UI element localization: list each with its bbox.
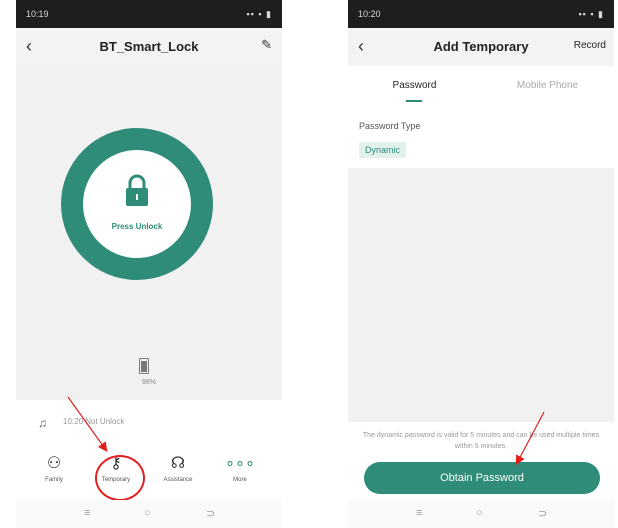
- status-bar: 10:19 ▪▪ ▪ ▮: [16, 0, 282, 28]
- latest-record[interactable]: ♫ 10:20 Not Unlock: [25, 404, 273, 442]
- status-bar: 10:20 ▪▪ ▪ ▮: [348, 0, 614, 28]
- back-nav-icon[interactable]: ⊃: [538, 507, 547, 520]
- tab-indicator: [406, 100, 422, 102]
- menu-nav-icon[interactable]: ≡: [416, 507, 422, 519]
- lock-icon: [126, 174, 148, 206]
- unlock-label: Press Unlock: [111, 222, 163, 231]
- home-nav-icon[interactable]: ○: [144, 507, 151, 519]
- record-text: 10:20 Not Unlock: [63, 417, 125, 426]
- lock-body: Press Unlock 98%: [16, 66, 282, 400]
- battery-icon: [139, 358, 149, 374]
- record-link[interactable]: Record: [574, 40, 606, 51]
- system-nav-bar: ≡ ○ ⊃: [16, 500, 282, 528]
- home-nav-icon[interactable]: ○: [476, 507, 483, 519]
- family-icon: ⚇: [46, 455, 62, 472]
- status-icons: ▪▪ ▪ ▮: [578, 9, 604, 19]
- back-nav-icon[interactable]: ⊃: [206, 507, 215, 520]
- obtain-password-button[interactable]: Obtain Password: [364, 462, 600, 494]
- lock-home-screen: 10:19 ▪▪ ▪ ▮ ‹ BT_Smart_Lock ✎ Press Unl…: [16, 0, 282, 528]
- edit-icon[interactable]: ✎: [261, 37, 272, 53]
- status-icons: ▪▪ ▪ ▮: [246, 9, 272, 19]
- validity-note: The dynamic password is valid for 5 minu…: [362, 432, 600, 450]
- menu-nav-icon[interactable]: ≡: [84, 507, 90, 519]
- password-type-section: Password Type Dynamic: [348, 106, 614, 168]
- password-type-label: Password Type: [359, 121, 421, 131]
- status-time: 10:19: [26, 9, 49, 19]
- tab-password[interactable]: Password: [348, 80, 481, 91]
- top-bar: ‹ BT_Smart_Lock ✎: [16, 28, 282, 66]
- assistance-icon: ☊: [170, 455, 186, 472]
- more-button[interactable]: ∘∘∘ More: [215, 454, 265, 483]
- more-icon: ∘∘∘: [224, 455, 256, 472]
- bell-icon: ♫: [38, 416, 47, 430]
- unlock-button[interactable]: Press Unlock: [83, 150, 191, 258]
- unlock-ring[interactable]: Press Unlock: [61, 128, 213, 280]
- function-bar: ⚇ Family ⚷ Temporary ☊ Assistance ∘∘∘ Mo…: [25, 446, 273, 496]
- content-area: [348, 168, 614, 422]
- tab-bar: Password Mobile Phone: [348, 66, 614, 106]
- tab-mobile-phone[interactable]: Mobile Phone: [481, 80, 614, 91]
- battery-level: 98%: [141, 379, 156, 386]
- top-bar: ‹ Add Temporary Record: [348, 28, 614, 66]
- add-temporary-screen: 10:20 ▪▪ ▪ ▮ ‹ Add Temporary Record Pass…: [348, 0, 614, 528]
- assistance-button[interactable]: ☊ Assistance: [153, 454, 203, 483]
- page-title: BT_Smart_Lock: [99, 39, 199, 54]
- family-button[interactable]: ⚇ Family: [29, 454, 79, 483]
- status-time: 10:20: [358, 9, 381, 19]
- more-label: More: [233, 477, 247, 483]
- highlight-circle: [95, 455, 145, 501]
- family-label: Family: [45, 477, 63, 483]
- assistance-label: Assistance: [163, 477, 193, 483]
- password-type-chip[interactable]: Dynamic: [359, 142, 407, 158]
- system-nav-bar: ≡ ○ ⊃: [348, 500, 614, 528]
